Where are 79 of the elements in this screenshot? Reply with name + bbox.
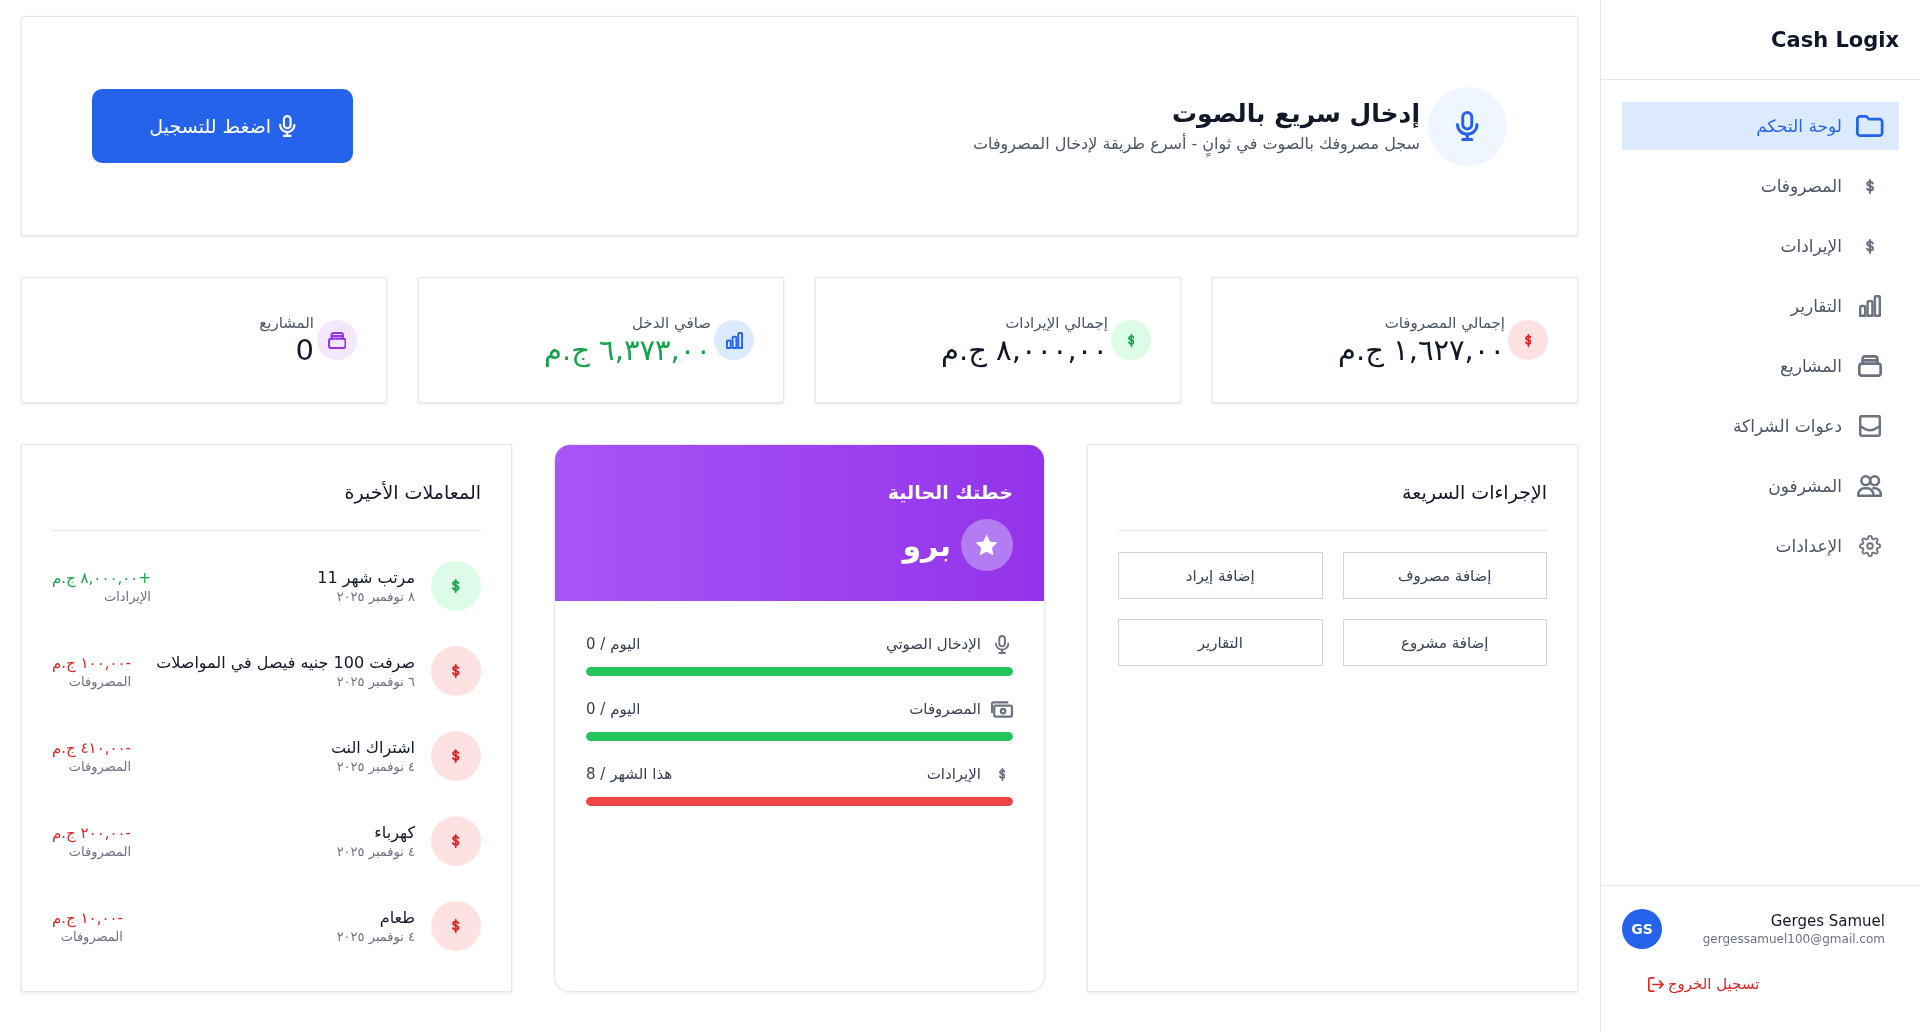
quick-action-button[interactable]: التقارير xyxy=(1118,619,1323,666)
transaction-category: المصروفات xyxy=(68,673,131,689)
quick-action-button[interactable]: إضافة إيراد xyxy=(1118,552,1323,599)
brand-name: Cash Logix xyxy=(1771,27,1899,52)
user-email: gergessamuel100@gmail.com xyxy=(1702,932,1885,946)
dollar-icon xyxy=(1866,178,1874,194)
dollar-icon xyxy=(1508,320,1548,360)
banner-title: إدخال سريع بالصوت xyxy=(1170,99,1420,128)
sidebar-nav-item[interactable]: الإعدادات xyxy=(1622,522,1899,570)
transaction-amount: -٤١٠,٠٠ ج.م xyxy=(52,738,131,757)
stat-label: إجمالي الإيرادات xyxy=(1005,313,1108,332)
inbox-icon xyxy=(1859,415,1881,437)
dollar-icon xyxy=(431,646,481,696)
transaction-date: ٨ نوفمبر ٢٠٢٥ xyxy=(336,589,415,604)
stat-value: ٨,٠٠٠,٠٠ ج.م xyxy=(940,332,1108,367)
sidebar-nav-item[interactable]: التقارير xyxy=(1622,282,1899,330)
transaction-date: ٤ نوفمبر ٢٠٢٥ xyxy=(336,929,415,944)
stat-value: ٦,٣٧٣,٠٠ ج.م xyxy=(543,332,711,367)
quick-action-button[interactable]: إضافة مصروف xyxy=(1342,552,1547,599)
sidebar-nav-item[interactable]: المصروفات xyxy=(1622,162,1899,210)
transaction-date: ٦ نوفمبر ٢٠٢٥ xyxy=(336,674,415,689)
sidebar-nav-item[interactable]: المشرفون xyxy=(1622,462,1899,510)
transaction-name: طعام xyxy=(379,908,415,927)
transaction-amount: +٨,٠٠٠,٠٠ ج.م xyxy=(52,568,151,587)
transaction-category: الإيرادات xyxy=(103,588,151,604)
stat-value: ١,٦٢٧,٠٠ ج.م xyxy=(1337,332,1505,367)
user-name: Gerges Samuel xyxy=(1769,912,1885,930)
stat-value: 0 xyxy=(295,332,314,367)
limit-usage: 0 / اليوم xyxy=(586,700,641,718)
stack-icon xyxy=(1858,355,1882,377)
transaction-name: صرفت 100 جنيه فيصل في المواصلات xyxy=(156,653,415,672)
transaction-category: المصروفات xyxy=(68,758,131,774)
dollar-icon xyxy=(431,901,481,951)
plan-name: برو xyxy=(902,527,951,563)
dollar-icon xyxy=(431,816,481,866)
folder-icon xyxy=(1856,115,1884,137)
sidebar-nav-item[interactable]: المشاريع xyxy=(1622,342,1899,390)
transaction-date: ٤ نوفمبر ٢٠٢٥ xyxy=(336,759,415,774)
stat-label: المشاريع xyxy=(259,313,314,332)
dollar-icon xyxy=(431,561,481,611)
sidebar-nav-item[interactable]: الإيرادات xyxy=(1622,222,1899,270)
limit-label: الإدخال الصوتي xyxy=(885,635,981,653)
dollar-icon xyxy=(998,767,1006,781)
transaction-category: المصروفات xyxy=(60,928,123,944)
transaction-name: مرتب شهر 11 xyxy=(317,568,415,587)
dollar-icon xyxy=(1111,320,1151,360)
user-avatar: GS xyxy=(1622,909,1662,949)
limit-usage: 8 / هذا الشهر xyxy=(586,765,673,783)
dollar-icon xyxy=(1866,238,1874,254)
transaction-name: اشتراك النت xyxy=(330,738,415,757)
limit-usage: 0 / اليوم xyxy=(586,635,641,653)
dollar-icon xyxy=(431,731,481,781)
logout-button[interactable]: تسجيل الخروج xyxy=(1645,973,1763,995)
sidebar-nav-item[interactable]: دعوات الشراكة xyxy=(1622,402,1899,450)
stat-label: صافي الدخل xyxy=(632,313,711,332)
microphone-icon xyxy=(994,634,1010,654)
logout-icon xyxy=(1648,976,1664,992)
users-icon xyxy=(1857,475,1883,497)
sidebar-nav-item[interactable]: لوحة التحكم xyxy=(1622,102,1899,150)
banknote-icon xyxy=(991,699,1013,719)
bar-chart-icon xyxy=(1859,295,1881,317)
stack-icon xyxy=(317,320,357,360)
settings-icon xyxy=(1859,535,1881,557)
transaction-amount: -٢٠٠,٠٠ ج.م xyxy=(52,823,131,842)
quick-action-button[interactable]: إضافة مشروع xyxy=(1342,619,1547,666)
microphone-icon xyxy=(279,115,296,137)
transaction-category: المصروفات xyxy=(68,843,131,859)
plan-title: خطتك الحالية xyxy=(887,480,1013,505)
bar-chart-icon xyxy=(714,320,754,360)
transaction-name: كهرباء xyxy=(374,823,415,842)
record-button[interactable]: اضغط للتسجيل xyxy=(92,89,353,163)
transaction-date: ٤ نوفمبر ٢٠٢٥ xyxy=(336,844,415,859)
card-title: الإجراءات السريعة xyxy=(1402,480,1547,506)
stat-label: إجمالي المصروفات xyxy=(1384,313,1505,332)
limit-label: المصروفات xyxy=(909,700,981,718)
limit-label: الإيرادات xyxy=(926,765,981,783)
card-title: المعاملات الأخيرة xyxy=(344,480,481,506)
transaction-amount: -١٠٠,٠٠ ج.م xyxy=(52,653,131,672)
transaction-amount: -١٠,٠٠ ج.م xyxy=(52,908,123,927)
